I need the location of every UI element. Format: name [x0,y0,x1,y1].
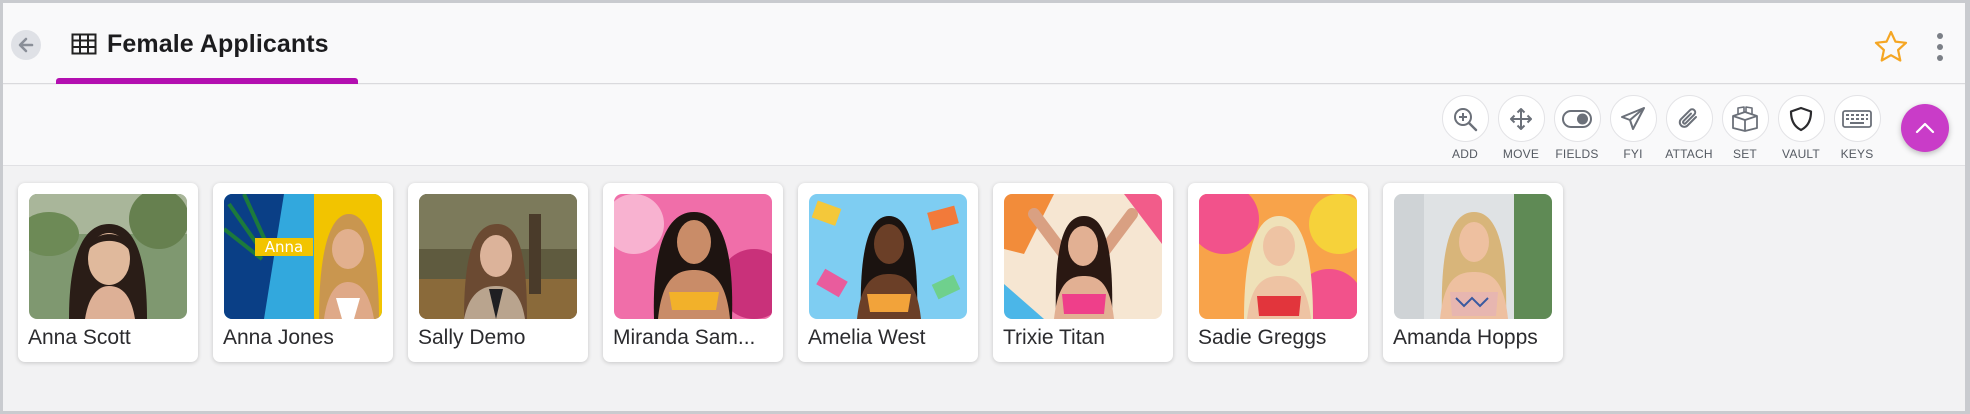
attach-button[interactable]: ATTACH [1661,95,1717,163]
paper-plane-icon [1621,106,1645,130]
applicant-card[interactable]: Amanda Hopps [1383,183,1563,362]
boxes-icon [1732,105,1758,132]
zoom-in-icon [1454,107,1478,131]
chevron-up-icon [1915,122,1935,134]
vault-button[interactable]: VAULT [1773,95,1829,163]
applicant-card[interactable]: Anna Anna Jones [213,183,393,362]
applicant-photo [1394,194,1552,319]
table-grid-icon [71,33,97,55]
applicant-card[interactable]: Trixie Titan [993,183,1173,362]
applicant-name: Anna Scott [28,326,131,349]
favorite-button[interactable] [1871,27,1911,67]
set-button[interactable]: SET [1717,95,1773,163]
app-window: Female Applicants ADD MOVE FIELDS FYI AT… [3,3,1965,411]
vault-button-circle [1777,95,1825,142]
shield-icon [1789,106,1813,131]
applicant-photo [614,194,772,319]
applicant-card[interactable]: Sally Demo [408,183,588,362]
applicant-card[interactable]: Sadie Greggs [1188,183,1368,362]
fyi-button-circle [1609,95,1657,142]
move-button-label: MOVE [1502,147,1540,161]
applicant-photo [419,194,577,319]
add-button-circle [1441,95,1489,142]
move-button-circle [1497,95,1545,142]
fields-button-label: FIELDS [1555,147,1599,161]
applicant-name: Amelia West [808,326,926,349]
fyi-button-label: FYI [1623,147,1643,161]
keyboard-icon [1842,109,1872,128]
applicant-photo: Anna [224,194,382,319]
applicant-name: Sally Demo [418,326,526,349]
applicant-card[interactable]: Anna Scott [18,183,198,362]
applicant-photo [29,194,187,319]
applicant-grid: Anna Scott Anna Anna Jones Sally Demo Mi… [3,180,1965,366]
page-title: Female Applicants [107,29,329,58]
fields-button[interactable]: FIELDS [1549,95,1605,163]
active-tab-indicator [56,78,358,84]
applicant-photo [1004,194,1162,319]
paperclip-icon [1678,107,1697,128]
vault-button-label: VAULT [1782,147,1820,161]
fields-button-circle [1553,95,1601,142]
applicant-name: Sadie Greggs [1198,326,1327,349]
applicant-card[interactable]: Miranda Sam... [603,183,783,362]
move-arrows-icon [1510,107,1532,130]
toggle-icon [1562,109,1592,128]
star-outline-icon [1874,30,1908,62]
page-title-group[interactable]: Female Applicants [71,27,329,61]
attach-button-circle [1665,95,1713,142]
applicant-name: Trixie Titan [1003,326,1105,349]
kebab-menu-icon [1937,33,1943,61]
keys-button-circle [1833,95,1881,142]
applicant-name: Amanda Hopps [1393,326,1538,349]
action-toolbar: ADD MOVE FIELDS FYI ATTACH SET VAULT KEY… [3,85,1965,166]
photo-name-tag: Anna [255,238,313,256]
scroll-top-button[interactable] [1901,104,1949,152]
add-button-label: ADD [1452,147,1478,161]
page-header: Female Applicants [3,3,1965,84]
applicant-name: Anna Jones [223,326,334,349]
fyi-button[interactable]: FYI [1605,95,1661,163]
keys-button-label: KEYS [1840,147,1874,161]
arrow-left-icon [18,37,34,53]
attach-button-label: ATTACH [1665,147,1713,161]
move-button[interactable]: MOVE [1493,95,1549,163]
more-options-button[interactable] [1928,27,1952,67]
set-button-label: SET [1733,147,1757,161]
applicant-card[interactable]: Amelia West [798,183,978,362]
applicant-name: Miranda Sam... [613,326,756,349]
set-button-circle [1721,95,1769,142]
applicant-photo [1199,194,1357,319]
back-button[interactable] [11,30,41,60]
add-button[interactable]: ADD [1437,95,1493,163]
keys-button[interactable]: KEYS [1829,95,1885,163]
applicant-photo [809,194,967,319]
